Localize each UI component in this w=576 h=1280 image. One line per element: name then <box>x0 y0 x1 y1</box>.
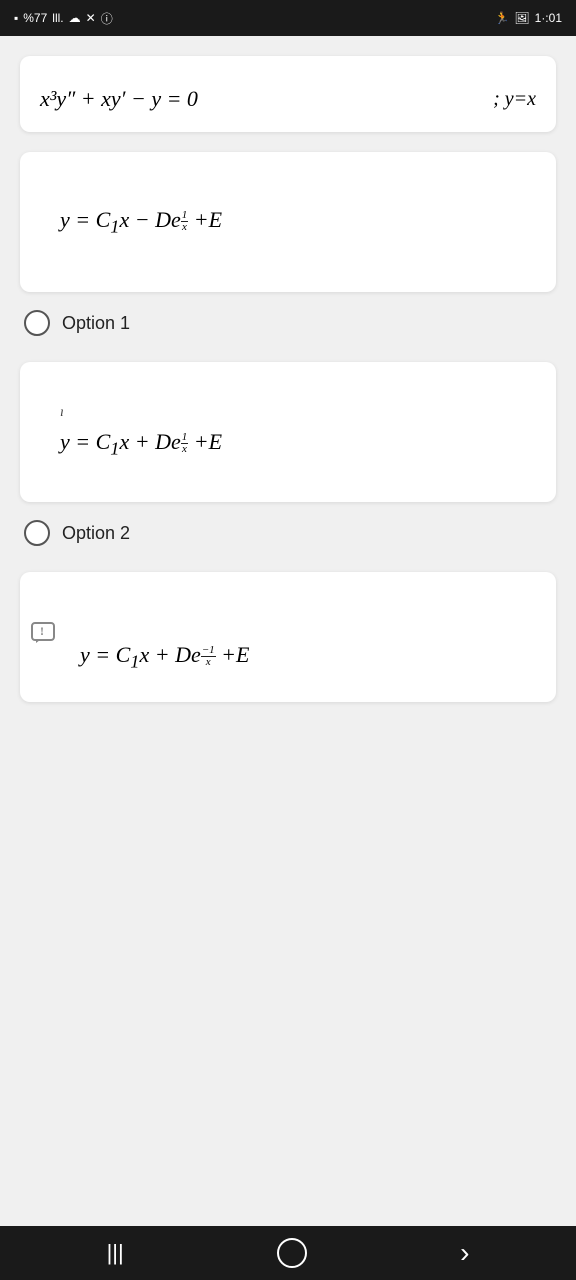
equation-text: x³y″ + xy′ − y = 0 <box>40 86 198 112</box>
signal-text: %77 <box>23 11 47 25</box>
option-2-radio[interactable] <box>24 520 50 546</box>
option-2-label[interactable]: Option 2 <box>20 510 556 556</box>
forward-button[interactable]: › <box>460 1237 469 1269</box>
option-1-label[interactable]: Option 1 <box>20 300 556 346</box>
option-1-container: y = C1x − De1x +E Option 1 <box>20 152 556 346</box>
status-left: ▪ %77 lll. ☁ ✕ ⓘ <box>14 10 113 27</box>
option-3-formula: y = C1x + De−1x +E <box>40 642 249 672</box>
forward-icon: › <box>460 1237 469 1269</box>
battery-icon: ▪ <box>14 11 18 25</box>
info-icon: ⓘ <box>101 10 113 27</box>
signal-bars-icon: lll. <box>52 11 63 25</box>
back-icon: ||| <box>107 1240 124 1266</box>
condition-text: ; y=x <box>493 88 536 111</box>
wifi-icon: ☁ <box>69 11 81 25</box>
home-icon <box>277 1238 307 1268</box>
svg-text:!: ! <box>40 624 44 638</box>
nav-bar: ||| › <box>0 1226 576 1280</box>
option-2-formula: ı y = C1x + De1x +E <box>40 405 222 459</box>
option-2-text: Option 2 <box>62 523 130 544</box>
back-button[interactable]: ||| <box>107 1240 124 1266</box>
cross-icon: ✕ <box>86 11 96 25</box>
option-2-container: ı y = C1x + De1x +E Option 2 <box>20 362 556 556</box>
status-bar: ▪ %77 lll. ☁ ✕ ⓘ 🏃 🖼 1·:01 <box>0 0 576 36</box>
option-3-box[interactable]: ! y = C1x + De−1x +E <box>20 572 556 702</box>
image-icon: 🖼 <box>514 11 529 25</box>
option-1-box[interactable]: y = C1x − De1x +E <box>20 152 556 292</box>
home-button[interactable] <box>277 1238 307 1268</box>
question-equation: x³y″ + xy′ − y = 0 ; y=x <box>40 86 536 112</box>
option-2-box[interactable]: ı y = C1x + De1x +E <box>20 362 556 502</box>
option-1-radio[interactable] <box>24 310 50 336</box>
option-1-text: Option 1 <box>62 313 130 334</box>
main-content: x³y″ + xy′ − y = 0 ; y=x y = C1x − De1x … <box>0 36 576 1226</box>
comment-icon: ! <box>30 621 56 653</box>
run-icon: 🏃 <box>494 11 509 25</box>
status-right: 🏃 🖼 1·:01 <box>494 11 562 25</box>
option-3-container: ! y = C1x + De−1x +E <box>20 572 556 702</box>
option-1-formula: y = C1x − De1x +E <box>40 207 222 237</box>
question-area: x³y″ + xy′ − y = 0 ; y=x <box>20 56 556 132</box>
time-display: 1·:01 <box>535 11 562 25</box>
